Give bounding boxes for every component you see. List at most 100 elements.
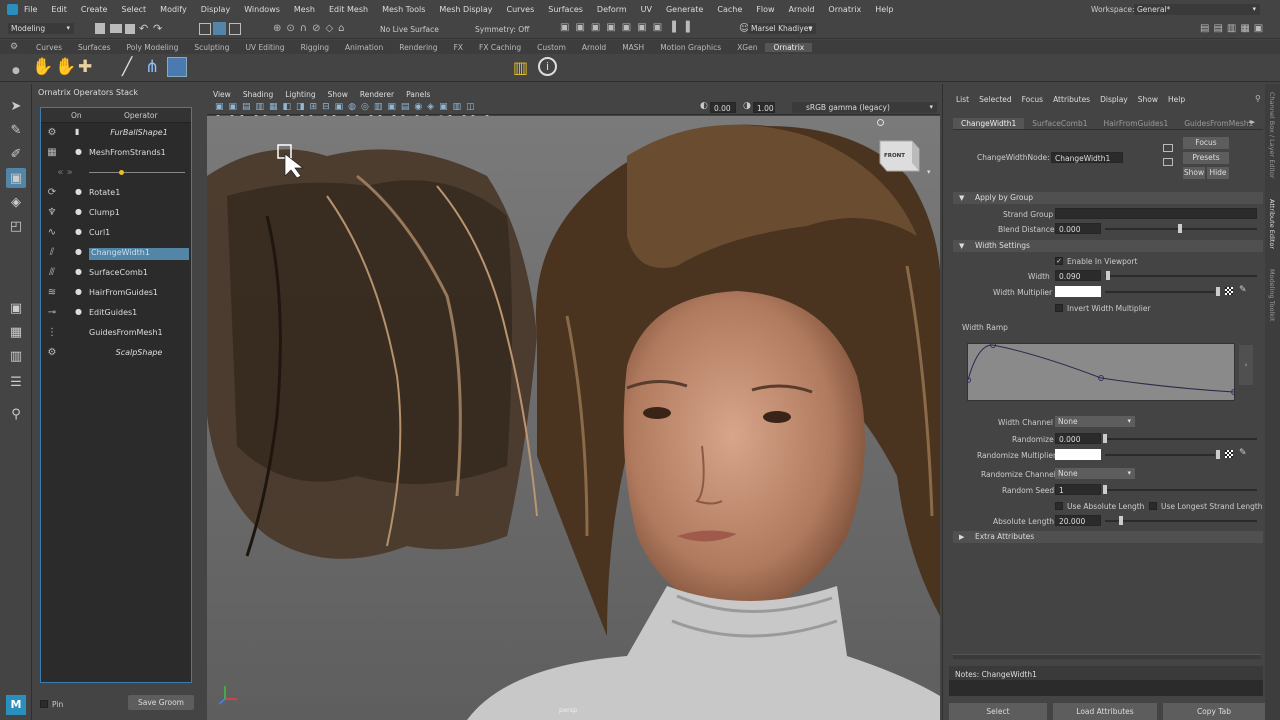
randomize-multiplier-knob[interactable] xyxy=(1216,450,1220,459)
new-scene-icon[interactable] xyxy=(95,23,105,34)
select-node-icon[interactable] xyxy=(1163,144,1173,152)
undo-icon[interactable]: ↶ xyxy=(139,22,148,35)
paint-select-icon[interactable]: ✐ xyxy=(6,144,26,164)
pin-panel-icon[interactable]: ⚲ xyxy=(1255,94,1261,103)
layout-split-icon[interactable]: ▥ xyxy=(6,346,26,366)
random-seed-slider[interactable] xyxy=(1105,489,1257,491)
home-icon[interactable] xyxy=(877,119,884,126)
select-hierarchy-icon[interactable] xyxy=(199,23,211,35)
hide-button[interactable]: Hide xyxy=(1207,167,1229,179)
randomize-slider[interactable] xyxy=(1105,438,1257,440)
randomize-field[interactable]: 0.000 xyxy=(1055,433,1101,444)
vp-menu-panels[interactable]: Panels xyxy=(400,90,436,99)
node-name-field[interactable]: ChangeWidth1 xyxy=(1051,152,1123,163)
copy-node-icon[interactable] xyxy=(1163,158,1173,166)
width-ramp-graph[interactable] xyxy=(965,342,1237,401)
col-on-header[interactable]: On xyxy=(71,111,82,120)
menu-deform[interactable]: Deform xyxy=(590,5,634,14)
randomize-multiplier-swatch[interactable] xyxy=(1055,449,1101,460)
layout-four-icon[interactable]: ▦ xyxy=(6,322,26,342)
scale-tool-icon[interactable]: ◰ xyxy=(6,216,26,236)
menu-flow[interactable]: Flow xyxy=(749,5,781,14)
operator-row[interactable]: « » xyxy=(41,163,191,183)
shelf-tab-sculpting[interactable]: Sculpting xyxy=(186,43,237,52)
apply-by-group-section[interactable]: ▼ Apply by Group xyxy=(953,192,1263,204)
shelf-tab-curves[interactable]: Curves xyxy=(28,43,70,52)
menu-ornatrix[interactable]: Ornatrix xyxy=(821,5,868,14)
abs-length-field[interactable]: 20.000 xyxy=(1055,515,1101,526)
abs-length-slider[interactable] xyxy=(1105,520,1257,522)
randomize-multiplier-slider[interactable] xyxy=(1105,454,1215,456)
3d-viewport[interactable]: FRONT ▾ persp xyxy=(207,116,940,720)
select-object-icon[interactable] xyxy=(213,22,226,35)
tab-hairfromguides1[interactable]: HairFromGuides1 xyxy=(1096,118,1177,129)
tab-scroll-icon[interactable]: ◂▸ xyxy=(1248,118,1255,126)
pin-checkbox[interactable] xyxy=(40,700,48,708)
snap-icons[interactable]: ⊕⊙∩⊘◇⌂ xyxy=(273,23,363,35)
width-settings-section[interactable]: ▼ Width Settings xyxy=(953,240,1263,252)
abs-length-knob[interactable] xyxy=(1119,516,1123,525)
hair-from-mesh-icon[interactable]: ✋ xyxy=(32,57,53,77)
width-multiplier-swatch[interactable] xyxy=(1055,286,1101,297)
ae-menu-list[interactable]: List xyxy=(951,95,974,104)
search-icon[interactable]: ⚲ xyxy=(6,404,26,424)
rotate-tool-icon[interactable]: ◈ xyxy=(6,192,26,212)
shelf-tab-xgen[interactable]: XGen xyxy=(729,43,765,52)
ae-menu-help[interactable]: Help xyxy=(1163,95,1190,104)
menu-select[interactable]: Select xyxy=(114,5,153,14)
operator-slider[interactable] xyxy=(89,172,185,173)
shelf-tab-custom[interactable]: Custom xyxy=(529,43,574,52)
menu-windows[interactable]: Windows xyxy=(237,5,287,14)
mode-dropdown[interactable]: Modeling xyxy=(8,23,74,34)
tab-surfacecomb1[interactable]: SurfaceComb1 xyxy=(1024,118,1095,129)
menu-curves[interactable]: Curves xyxy=(499,5,541,14)
render-icons[interactable]: ▣▣▣▣▣▣▣▐▐ xyxy=(560,22,710,36)
outliner-icon[interactable]: ☰ xyxy=(6,372,26,392)
blend-distance-knob[interactable] xyxy=(1178,224,1182,233)
width-multiplier-knob[interactable] xyxy=(1216,287,1220,296)
shelf-tab-rigging[interactable]: Rigging xyxy=(293,43,337,52)
select-tool-icon[interactable]: ➤ xyxy=(6,96,26,116)
menu-edit[interactable]: Edit xyxy=(44,5,74,14)
select-component-icon[interactable] xyxy=(229,23,241,35)
menu-cache[interactable]: Cache xyxy=(710,5,749,14)
randomize-channel-dropdown[interactable]: None xyxy=(1055,468,1135,479)
shelf-tab-arnold[interactable]: Arnold xyxy=(574,43,614,52)
shelf-tab-ornatrix[interactable]: Ornatrix xyxy=(765,42,813,52)
menu-surfaces[interactable]: Surfaces xyxy=(541,5,590,14)
operator-row[interactable]: ⟳ ● Rotate1 xyxy=(41,183,191,203)
shelf-tab-motion-graphics[interactable]: Motion Graphics xyxy=(652,43,729,52)
ae-menu-selected[interactable]: Selected xyxy=(974,95,1017,104)
menu-uv[interactable]: UV xyxy=(634,5,659,14)
width-channel-dropdown[interactable]: None xyxy=(1055,416,1135,427)
bulb-icon[interactable]: ● xyxy=(75,147,82,156)
shelf-tab-surfaces[interactable]: Surfaces xyxy=(70,43,118,52)
presets-button[interactable]: Presets xyxy=(1183,152,1229,164)
bulb-icon[interactable]: ● xyxy=(75,267,82,276)
info-icon[interactable]: i xyxy=(538,57,557,76)
shelf-tab-rendering[interactable]: Rendering xyxy=(391,43,445,52)
copy-tab-button[interactable]: Copy Tab xyxy=(1163,703,1265,720)
shelf-settings-icon[interactable]: ⚙ xyxy=(10,42,18,52)
operator-row[interactable]: ⊸ ● EditGuides1 xyxy=(41,303,191,323)
map-checker-icon[interactable] xyxy=(1225,287,1233,295)
extra-attributes-section[interactable]: ▶ Extra Attributes xyxy=(953,531,1263,543)
shelf-tab-fx-caching[interactable]: FX Caching xyxy=(471,43,529,52)
width-multiplier-slider[interactable] xyxy=(1105,291,1215,293)
bulb-icon[interactable]: ● xyxy=(75,187,82,196)
operator-row[interactable]: ⫻ ● SurfaceComb1 xyxy=(41,263,191,283)
sidebar-toggle-icons[interactable]: ▤▤▥▦▣ xyxy=(1200,23,1275,35)
ornatrix-settings-icon[interactable]: ▥ xyxy=(513,58,528,77)
col-operator-header[interactable]: Operator xyxy=(124,111,158,120)
menu-arnold[interactable]: Arnold xyxy=(782,5,822,14)
symmetry-label[interactable]: Symmetry: Off xyxy=(475,25,529,34)
strand-tool-3-icon[interactable] xyxy=(167,57,187,77)
exposure-field[interactable]: 0.00 xyxy=(710,102,736,113)
map-pencil-icon[interactable]: ✎ xyxy=(1239,285,1247,295)
bulb-icon[interactable]: ● xyxy=(75,227,82,236)
operator-row[interactable]: ∿ ● Curl1 xyxy=(41,223,191,243)
redo-icon[interactable]: ↷ xyxy=(153,22,162,35)
vp-menu-show[interactable]: Show xyxy=(322,90,354,99)
vp-menu-lighting[interactable]: Lighting xyxy=(279,90,321,99)
menu-mesh[interactable]: Mesh xyxy=(287,5,322,14)
